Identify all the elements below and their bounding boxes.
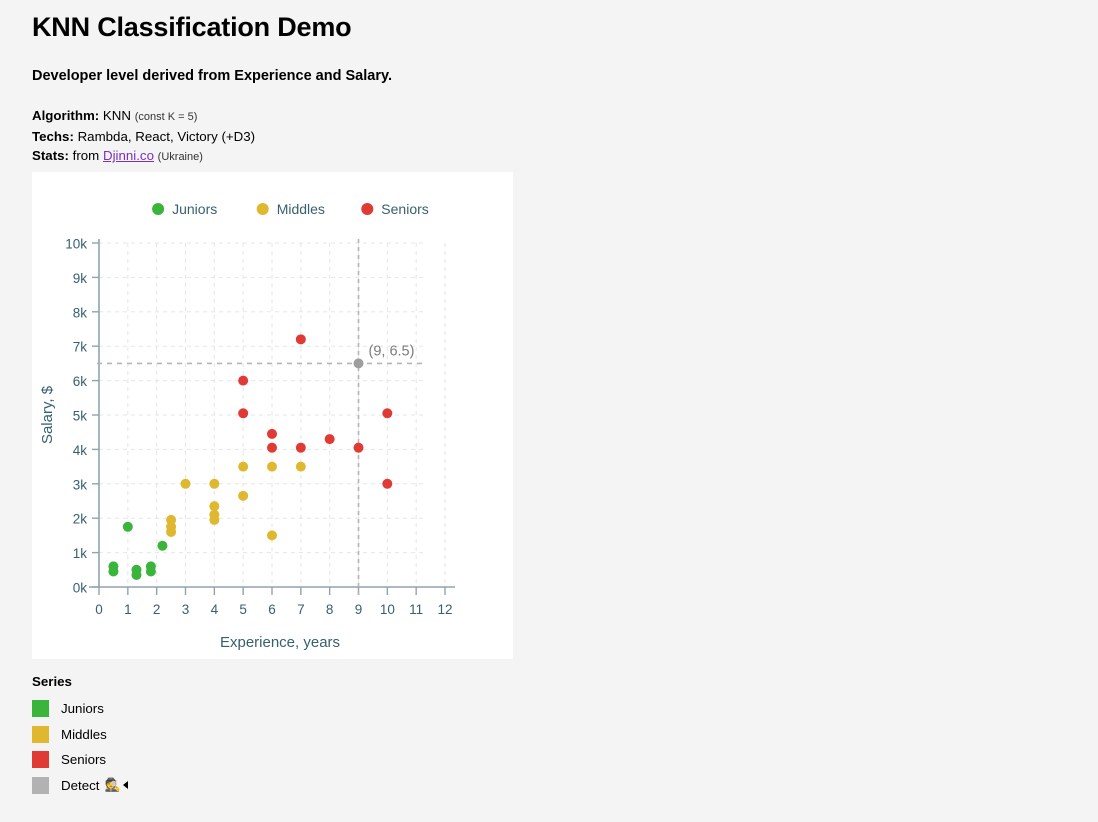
y-axis-tick-label: 5k [73, 409, 88, 424]
meta-stats-prefix: from [72, 148, 100, 163]
x-axis-tick-label: 12 [437, 602, 452, 617]
data-point-seniors[interactable] [238, 375, 249, 386]
meta-row-stats: Stats: from Djinni.co (Ukraine) [32, 146, 255, 167]
series-row-detect[interactable]: Detect 🕵 [32, 773, 332, 799]
meta-row-techs: Techs: Rambda, React, Victory (+D3) [32, 127, 255, 146]
data-point-middles[interactable] [238, 461, 249, 472]
x-axis-tick-label: 3 [182, 602, 190, 617]
series-label: Detect [61, 777, 100, 793]
y-axis-tick-label: 8k [73, 305, 88, 320]
x-axis-tick-label: 5 [239, 602, 247, 617]
detective-icon: 🕵 [104, 777, 121, 793]
x-axis-tick-label: 4 [211, 602, 219, 617]
meta-row-algorithm: Algorithm: KNN (const K = 5) [32, 106, 255, 127]
data-point-juniors[interactable] [157, 540, 168, 551]
legend-label: Middles [277, 201, 325, 217]
series-swatch-middles[interactable] [32, 725, 49, 743]
meta-block: Algorithm: KNN (const K = 5) Techs: Ramb… [32, 106, 255, 167]
data-point-seniors[interactable] [238, 408, 249, 419]
djinni-link[interactable]: Djinni.co [103, 148, 154, 163]
meta-stats-key: Stats: [32, 148, 69, 163]
series-row-middles[interactable]: Middles [32, 722, 332, 748]
page-title: KNN Classification Demo [32, 12, 352, 42]
x-axis-tick-label: 6 [268, 602, 276, 617]
y-axis-tick-label: 10k [65, 237, 87, 252]
x-axis-tick-label: 11 [409, 602, 423, 617]
legend-label: Juniors [172, 201, 217, 217]
data-point-seniors[interactable] [267, 442, 277, 453]
y-axis-tick-label: 7k [73, 340, 88, 355]
meta-algorithm-value: KNN [102, 108, 131, 123]
x-axis-tick-label: 8 [326, 602, 334, 617]
data-point-middles[interactable] [180, 478, 191, 489]
series-row-seniors[interactable]: Seniors [32, 747, 332, 773]
y-axis-tick-label: 6k [73, 374, 88, 389]
page-subtitle: Developer level derived from Experience … [32, 68, 392, 84]
series-label: Middles [61, 726, 107, 742]
data-point-middles[interactable] [238, 490, 249, 501]
legend-item-middles[interactable]: Middles [256, 201, 325, 217]
x-axis-tick-label: 2 [153, 602, 161, 617]
data-point-middles[interactable] [267, 461, 277, 472]
x-axis-tick-label: 9 [355, 602, 363, 617]
y-axis-tick-label: 0k [73, 581, 88, 596]
meta-techs-key: Techs: [32, 129, 74, 144]
data-point-seniors[interactable] [382, 478, 393, 489]
detect-marker-label: (9, 6.5) [369, 343, 415, 359]
legend-dot-juniors [152, 203, 165, 215]
data-point-middles[interactable] [267, 530, 277, 541]
data-point-juniors[interactable] [145, 566, 156, 577]
series-points-juniors [108, 521, 168, 580]
chart-card: 0k 1k 2k 3k 4k 5k 6k 7k 8k 9k 10k 0 1 2 3 4 5 6 7 8 9 10 11 12 E… [32, 172, 513, 659]
data-point-seniors[interactable] [353, 442, 364, 453]
legend-item-seniors[interactable]: Seniors [361, 201, 429, 217]
y-axis-title: Salary, $ [39, 385, 56, 444]
series-row-juniors[interactable]: Juniors [32, 696, 332, 722]
scatter-chart[interactable]: 0k1k2k3k4k5k6k7k8k9k10k0 1 2 3 4 5 6 7 8 9 10 11 12E… [32, 172, 513, 659]
series-swatch-detect[interactable] [32, 776, 49, 794]
meta-algorithm-key: Algorithm: [32, 108, 100, 123]
data-point-middles[interactable] [295, 461, 306, 472]
y-axis-tick-label: 1k [73, 546, 88, 561]
data-point-seniors[interactable] [267, 428, 277, 439]
data-point-middles[interactable] [166, 521, 177, 532]
data-point-juniors[interactable] [122, 521, 133, 532]
x-axis-tick-label: 10 [380, 602, 395, 617]
series-points-middles [166, 461, 306, 541]
meta-algorithm-note: (const K = 5) [134, 111, 198, 123]
series-panel: Series Juniors Middles Seniors Detect 🕵 [32, 674, 332, 798]
data-point-juniors[interactable] [108, 566, 119, 577]
data-point-seniors[interactable] [324, 434, 335, 445]
series-swatch-seniors[interactable] [32, 751, 49, 769]
series-label: Juniors [61, 701, 104, 717]
y-axis-tick-label: 4k [73, 443, 88, 458]
series-label: Seniors [61, 752, 107, 768]
x-axis-tick-label: 7 [297, 602, 305, 617]
meta-techs-value: Rambda, React, Victory (+D3) [77, 129, 256, 144]
data-point-seniors[interactable] [382, 408, 393, 419]
data-point-middles[interactable] [209, 501, 220, 512]
legend-dot-middles [256, 203, 269, 215]
x-axis-tick-label: 1 [124, 602, 132, 617]
y-axis-tick-label: 3k [73, 477, 88, 492]
x-axis-tick-label: 0 [95, 602, 103, 617]
x-axis-title: Experience, years [220, 634, 340, 651]
data-point-seniors[interactable] [295, 442, 306, 453]
data-point-seniors[interactable] [295, 334, 306, 345]
y-axis-tick-label: 2k [73, 512, 88, 527]
series-heading: Series [32, 674, 72, 689]
series-swatch-juniors[interactable] [32, 700, 49, 718]
y-axis-tick-label: 9k [73, 271, 88, 286]
series-list: Juniors Middles Seniors Detect 🕵 [32, 696, 332, 798]
meta-stats-note: (Ukraine) [157, 151, 203, 163]
data-point-middles[interactable] [209, 478, 220, 489]
data-point-middles[interactable] [209, 514, 220, 525]
legend-item-juniors[interactable]: Juniors [152, 201, 217, 217]
detect-marker[interactable] [353, 358, 364, 369]
legend-dot-seniors [361, 203, 374, 215]
legend-label: Seniors [381, 201, 428, 217]
data-point-juniors[interactable] [131, 569, 142, 580]
page-root: KNN Classification Demo Developer level … [0, 0, 1098, 822]
caret-left-icon [122, 781, 128, 790]
